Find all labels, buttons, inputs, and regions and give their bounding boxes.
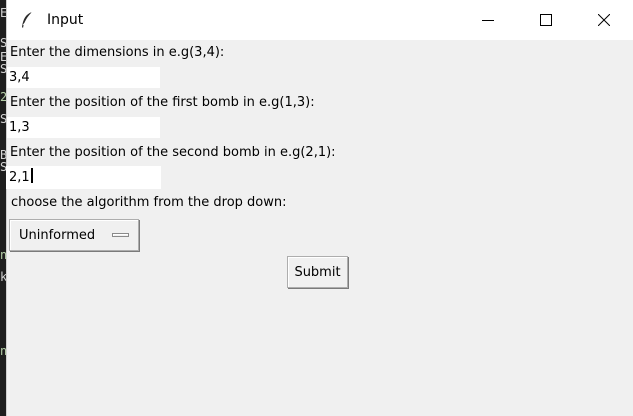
close-icon <box>597 11 611 30</box>
minimize-icon <box>482 11 494 30</box>
first-bomb-label: Enter the position of the first bomb in … <box>10 95 315 110</box>
close-button[interactable] <box>575 0 633 40</box>
dimensions-value: 3,4 <box>9 70 30 85</box>
algorithm-dropdown[interactable]: Uninformed <box>9 219 139 251</box>
algorithm-selected-value: Uninformed <box>19 227 96 243</box>
desktop: E S E S 2 S B S n k n Input Enter the di… <box>0 0 633 416</box>
window-controls <box>459 0 633 40</box>
dropdown-indicator-icon <box>112 233 129 237</box>
text-caret <box>30 168 33 183</box>
title-bar[interactable]: Input <box>7 0 633 40</box>
dimensions-field[interactable]: 3,4 <box>7 67 160 88</box>
feather-icon <box>19 10 35 30</box>
minimize-button[interactable] <box>459 0 517 40</box>
submit-button[interactable]: Submit <box>287 256 348 288</box>
algorithm-label: choose the algorithm from the drop down: <box>11 195 287 210</box>
window-title: Input <box>47 12 84 28</box>
input-window: Input Enter the dimensions in e.g(3,4): … <box>6 0 633 416</box>
second-bomb-value: 2,1 <box>9 170 30 185</box>
second-bomb-field[interactable]: 2,1 <box>6 166 161 189</box>
first-bomb-field[interactable]: 1,3 <box>7 117 160 138</box>
maximize-icon <box>540 11 552 30</box>
first-bomb-value: 1,3 <box>9 120 30 135</box>
dimensions-label: Enter the dimensions in e.g(3,4): <box>10 45 225 60</box>
maximize-button[interactable] <box>517 0 575 40</box>
second-bomb-label: Enter the position of the second bomb in… <box>10 145 336 160</box>
